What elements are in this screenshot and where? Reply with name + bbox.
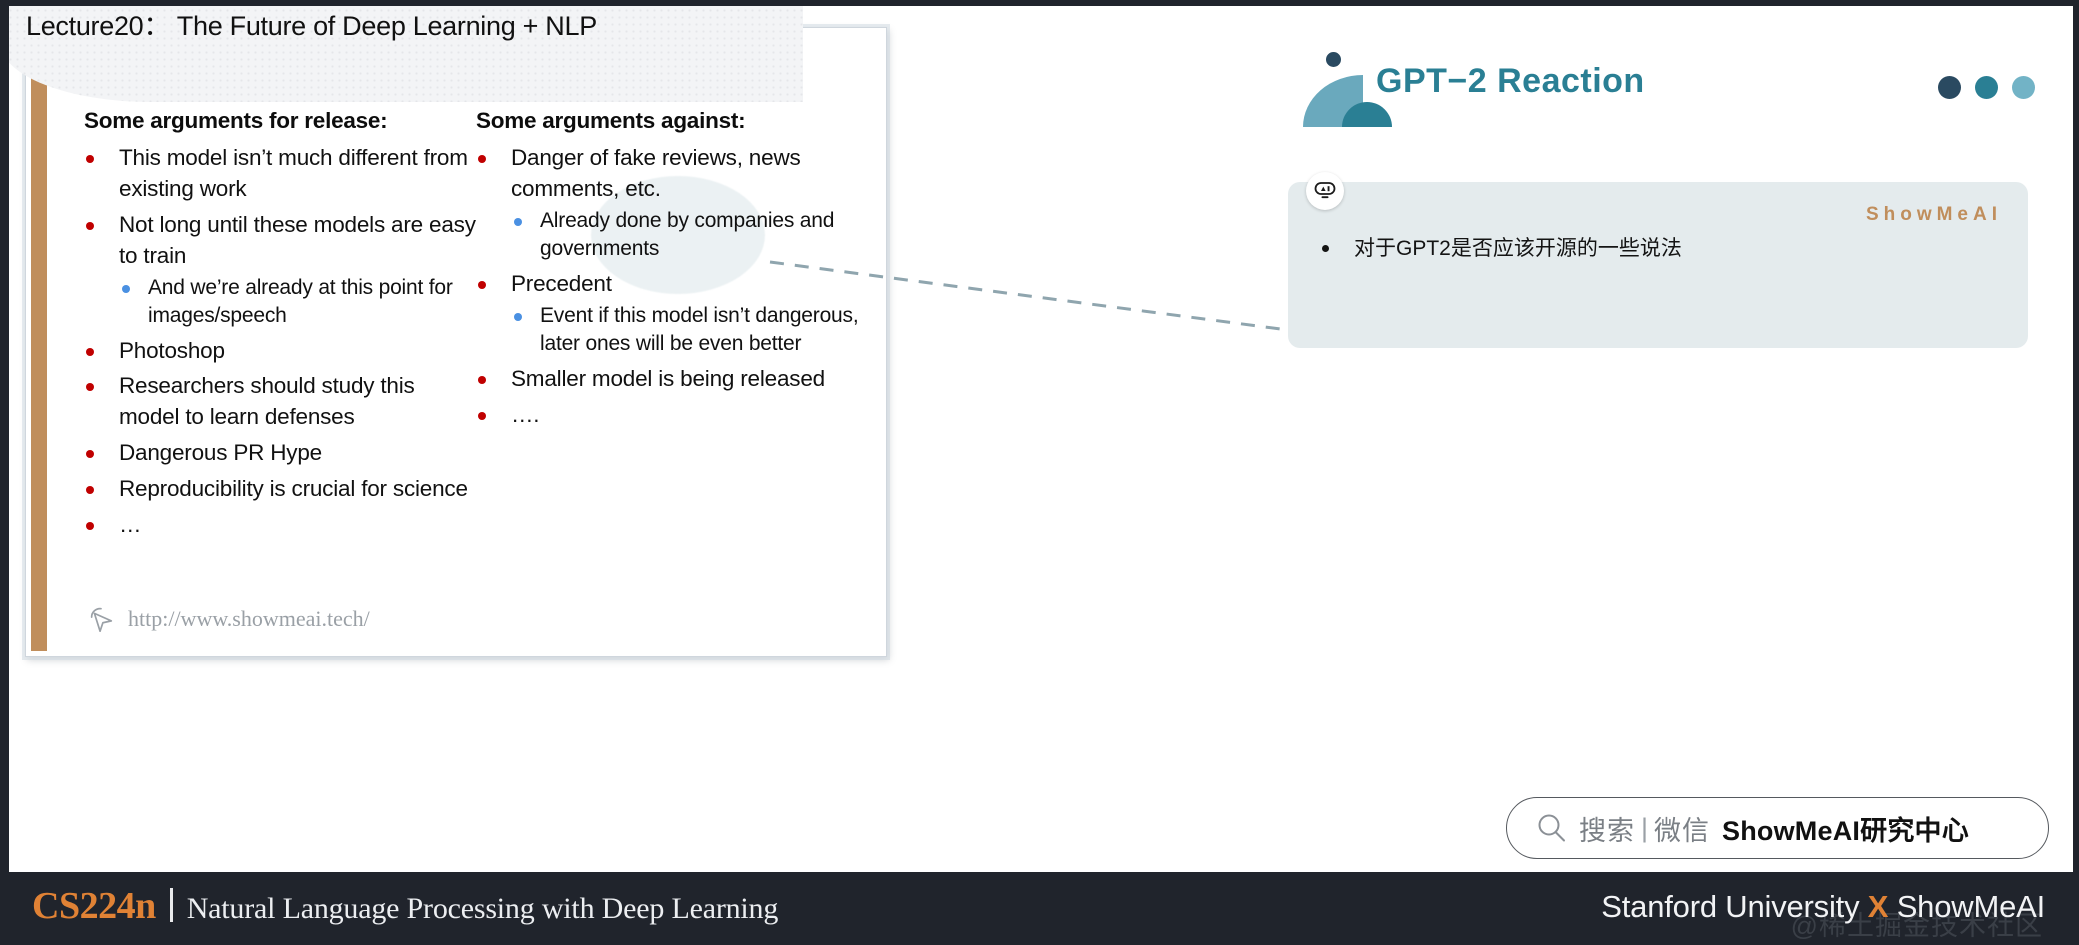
- frame-edge-left: [0, 0, 9, 872]
- list-item: This model isn’t much different from exi…: [84, 143, 476, 205]
- bullet-text: Precedent: [511, 271, 612, 297]
- bullet-text: Researchers should study this model to l…: [119, 373, 415, 430]
- bullet-text: This model isn’t much different from exi…: [119, 145, 468, 202]
- cursor-pointer-icon: [90, 607, 113, 633]
- column-arguments-against: Some arguments against: Danger of fake r…: [476, 108, 868, 545]
- column-heading-for: Some arguments for release:: [84, 108, 388, 134]
- frame-edge-right: [2073, 0, 2079, 872]
- sub-bullet-text: And we’re already at this point for imag…: [148, 275, 453, 328]
- search-label-weixin: 微信: [1654, 815, 1711, 846]
- slide-two-columns: Some arguments for release: This model i…: [84, 108, 868, 545]
- collab-x: X: [1867, 889, 1889, 924]
- slide-url-text: http://www.showmeai.tech/: [128, 606, 370, 631]
- dot-2: [1975, 76, 1998, 99]
- slide-footer-url[interactable]: http://www.showmeai.tech/: [86, 604, 370, 634]
- partner-name: ShowMeAI: [1888, 889, 2046, 924]
- search-pill[interactable]: 搜索 | 微信 ShowMeAI研究中心: [1506, 797, 2049, 859]
- ai-robot-icon: [1306, 172, 1344, 210]
- slide-accent-bar: [31, 33, 47, 651]
- sub-bullet-text: Event if this model isn’t dangerous, lat…: [540, 303, 859, 356]
- note-box: ShowMeAI 对于GPT2是否应该开源的一些说法: [1288, 172, 2028, 348]
- lecture-slide-card: GPT-2 Reaction Some arguments for releas…: [25, 27, 887, 657]
- ai-robot-glyph: [1314, 182, 1336, 199]
- column-heading-against: Some arguments against:: [476, 108, 746, 134]
- list-item: Danger of fake reviews, news comments, e…: [476, 143, 868, 264]
- sub-list-item: Already done by companies and government…: [511, 207, 868, 264]
- bullet-text: Reproducibility is crucial for science: [119, 475, 468, 501]
- course-code: CS224n: [32, 885, 156, 927]
- search-label-sousuo: 搜索: [1579, 815, 1635, 846]
- sub-list-item: And we’re already at this point for imag…: [119, 274, 476, 331]
- list-item: Dangerous PR Hype: [84, 438, 476, 469]
- column-arguments-for: Some arguments for release: This model i…: [84, 108, 476, 545]
- bottom-bar: @稀土掘金技术社区 CS224n Natural Language Proces…: [0, 872, 2079, 945]
- bullet-text: Dangerous PR Hype: [119, 440, 322, 466]
- sub-bullet-list: And we’re already at this point for imag…: [119, 274, 476, 331]
- decorative-three-dots: [1938, 76, 2035, 99]
- university-name: Stanford University: [1601, 889, 1868, 924]
- slide-content: GPT-2 Reaction Some arguments for releas…: [84, 49, 868, 646]
- list-item: Smaller model is being released: [476, 364, 868, 395]
- course-name: Natural Language Processing with Deep Le…: [186, 892, 779, 925]
- panel-title: GPT−2 Reaction: [1376, 62, 1645, 100]
- search-label-brand: ShowMeAI研究中心: [1722, 815, 1969, 846]
- screenshot-root: GPT-2 Reaction Some arguments for releas…: [0, 0, 2079, 945]
- list-item: …: [84, 510, 476, 541]
- search-icon: [1538, 814, 1565, 842]
- bullet-text: Photoshop: [119, 337, 225, 363]
- note-bullet-text: 对于GPT2是否应该开源的一些说法: [1354, 237, 1682, 260]
- sub-list-item: Event if this model isn’t dangerous, lat…: [511, 302, 868, 359]
- bullet-text: ….: [511, 401, 540, 427]
- bullet-list-against: Danger of fake reviews, news comments, e…: [476, 143, 868, 430]
- list-item: Not long until these models are easy to …: [84, 210, 476, 331]
- list-item: ….: [476, 400, 868, 431]
- bottom-bar-left: CS224n Natural Language Processing with …: [32, 884, 778, 928]
- dot-3: [2012, 76, 2035, 99]
- decorative-dot: [1326, 52, 1341, 67]
- dot-1: [1938, 76, 1961, 99]
- sub-bullet-list: Event if this model isn’t dangerous, lat…: [511, 302, 868, 359]
- sub-bullet-list: Already done by companies and government…: [511, 207, 868, 264]
- list-item: Reproducibility is crucial for science: [84, 474, 476, 505]
- sub-bullet-text: Already done by companies and government…: [540, 208, 835, 261]
- bullet-text: Danger of fake reviews, news comments, e…: [511, 145, 801, 202]
- bottom-bar-right: Stanford University X ShowMeAI: [1601, 889, 2045, 925]
- bottom-bar-divider: [169, 888, 173, 922]
- list-item: 对于GPT2是否应该开源的一些说法: [1318, 234, 2028, 263]
- lecture-banner-title: Lecture20： The Future of Deep Learning +…: [26, 11, 597, 41]
- bullet-text: Smaller model is being released: [511, 365, 825, 391]
- list-item: Photoshop: [84, 336, 476, 367]
- search-divider: |: [1641, 812, 1649, 843]
- bullet-list-for: This model isn’t much different from exi…: [84, 143, 476, 540]
- showmeai-watermark: ShowMeAI: [1865, 204, 2002, 225]
- list-item: Researchers should study this model to l…: [84, 371, 476, 433]
- bullet-text: …: [119, 511, 142, 537]
- list-item: Precedent Event if this model isn’t dang…: [476, 269, 868, 359]
- bullet-text: Not long until these models are easy to …: [119, 211, 476, 268]
